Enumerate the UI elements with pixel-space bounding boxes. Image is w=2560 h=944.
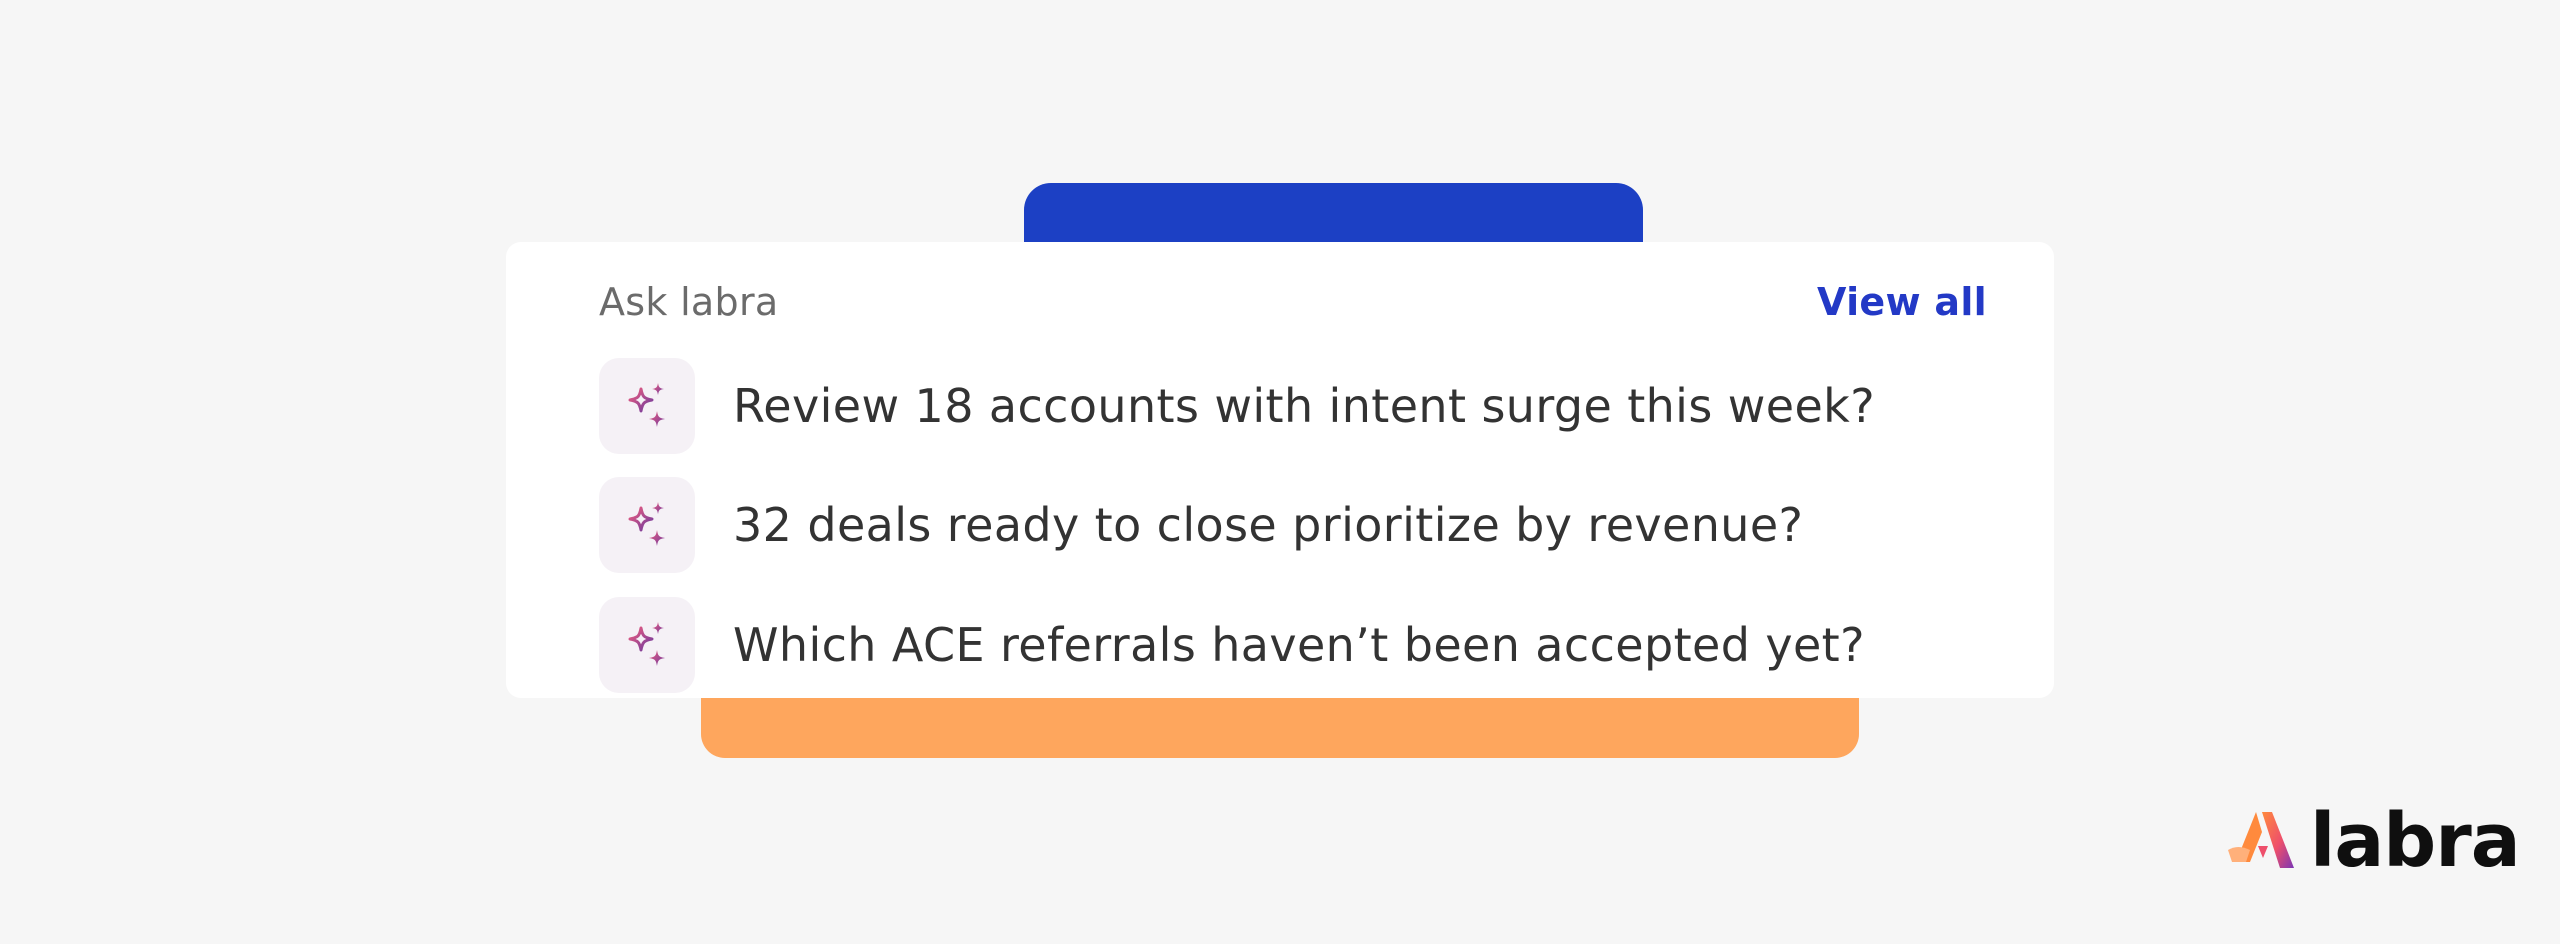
card-title: Ask labra: [599, 280, 779, 324]
sparkles-icon: [599, 358, 695, 454]
prompt-item-2[interactable]: 32 deals ready to close prioritize by re…: [599, 477, 1803, 573]
brand-name: labra: [2310, 798, 2521, 884]
prompt-text: 32 deals ready to close prioritize by re…: [733, 498, 1804, 552]
ask-labra-card: Ask labra View all Review 18 accounts wi…: [506, 242, 2054, 698]
view-all-link[interactable]: View all: [1817, 276, 1987, 328]
sparkles-icon: [599, 477, 695, 573]
labra-logo-icon: [2228, 812, 2294, 868]
prompt-item-1[interactable]: Review 18 accounts with intent surge thi…: [599, 358, 1875, 454]
brand-logo: labra: [2228, 804, 2521, 878]
prompt-text: Review 18 accounts with intent surge thi…: [733, 379, 1876, 433]
prompt-text: Which ACE referrals haven’t been accepte…: [733, 618, 1865, 672]
prompt-item-3[interactable]: Which ACE referrals haven’t been accepte…: [599, 597, 1865, 693]
sparkles-icon: [599, 597, 695, 693]
